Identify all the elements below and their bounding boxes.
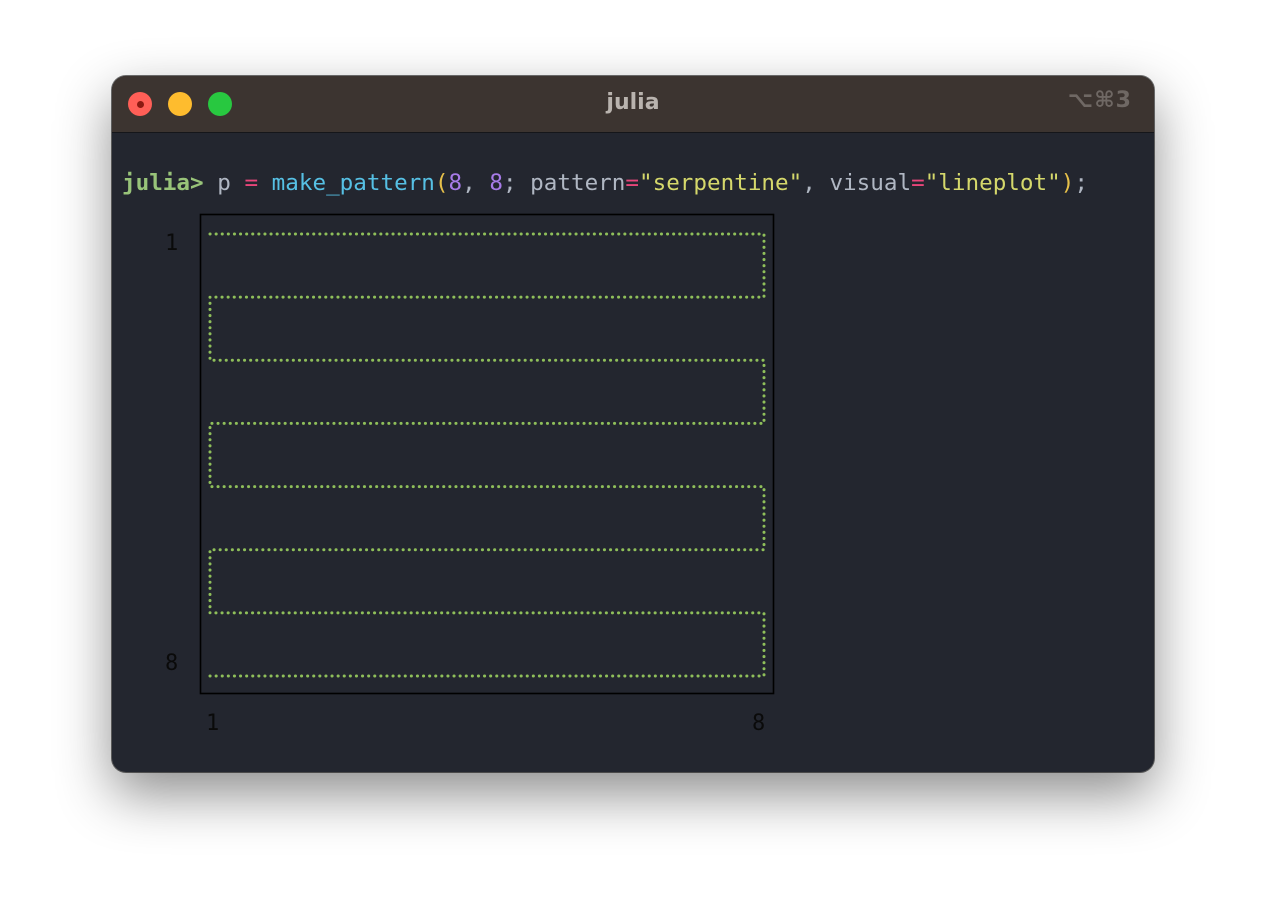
terminal-window: julia ⌥⌘3 julia> p = make_pattern(8, 8; …	[112, 76, 1154, 772]
x-tick-label: 1	[206, 711, 220, 736]
serpentine-plot	[199, 213, 775, 695]
y-tick-label: 1	[165, 231, 179, 256]
y-tick-label: 8	[165, 651, 179, 676]
serpentine-path	[208, 232, 766, 678]
x-tick-label: 8	[752, 711, 766, 736]
plot-frame	[199, 213, 775, 695]
